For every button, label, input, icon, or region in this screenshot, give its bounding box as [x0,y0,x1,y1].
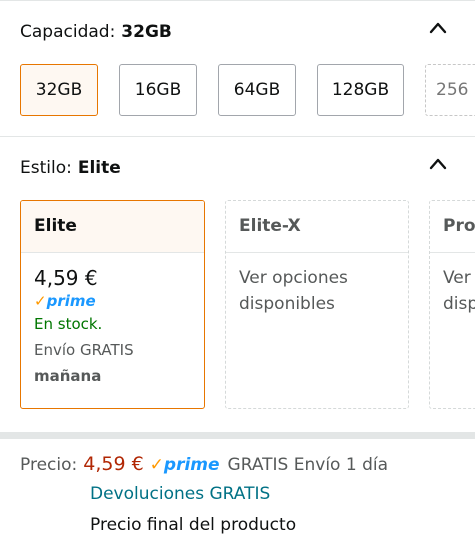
shipping-day: mañana [34,367,102,385]
capacity-section: Capacidad: 32GB 32GB 16GB 64GB 128GB 256 [0,0,475,136]
final-price-note: Precio final del producto [90,515,297,535]
shipping-text: GRATIS Envío 1 día [227,455,389,475]
shipping-text: Envío GRATIS [34,341,134,359]
stock-status: En stock. [34,315,103,333]
price-row: Precio: 4,59 € ✓prime GRATIS Envío 1 día [20,452,388,477]
capacity-option-16gb[interactable]: 16GB [119,64,197,116]
chevron-up-icon[interactable] [427,19,449,37]
options-line: Ver opciones [239,268,348,288]
capacity-option-256gb[interactable]: 256 [425,64,475,116]
price-label: Precio: [20,455,78,475]
style-card-elite[interactable]: Elite 4,59 € ✓prime En stock. Envío GRAT… [20,200,205,409]
capacity-option-32gb[interactable]: 32GB [20,64,98,116]
capacity-label: Capacidad: [20,22,116,42]
section-divider [0,432,475,439]
style-label: Estilo: [20,158,72,178]
capacity-selected-value: 32GB [121,22,172,42]
options-line: disponibles [239,294,335,314]
style-card-title: Elite [21,201,204,253]
price-amount: 4,59 € [83,453,144,475]
style-card-elite-x[interactable]: Elite-X Ver opciones disponibles [225,200,409,409]
style-card-title: Pro [430,201,475,253]
options-line: Ver [443,268,471,288]
capacity-header: Capacidad: 32GB [20,21,172,43]
prime-badge: ✓prime [149,455,220,475]
check-icon: ✓ [149,455,164,475]
style-header: Estilo: Elite [20,157,121,179]
style-selected-value: Elite [77,158,121,178]
free-returns-link[interactable]: Devoluciones GRATIS [90,484,270,504]
chevron-up-icon[interactable] [427,155,449,173]
style-card-price: 4,59 € [34,266,98,290]
prime-badge: ✓prime [34,292,96,310]
capacity-option-128gb[interactable]: 128GB [317,64,404,116]
style-card-title: Elite-X [226,201,408,253]
capacity-option-64gb[interactable]: 64GB [218,64,296,116]
style-card-pro[interactable]: Pro Ver disp [429,200,475,409]
options-line: disp [443,294,475,314]
style-section: Estilo: Elite Elite 4,59 € ✓prime En stoc… [0,136,475,432]
check-icon: ✓ [34,292,47,310]
